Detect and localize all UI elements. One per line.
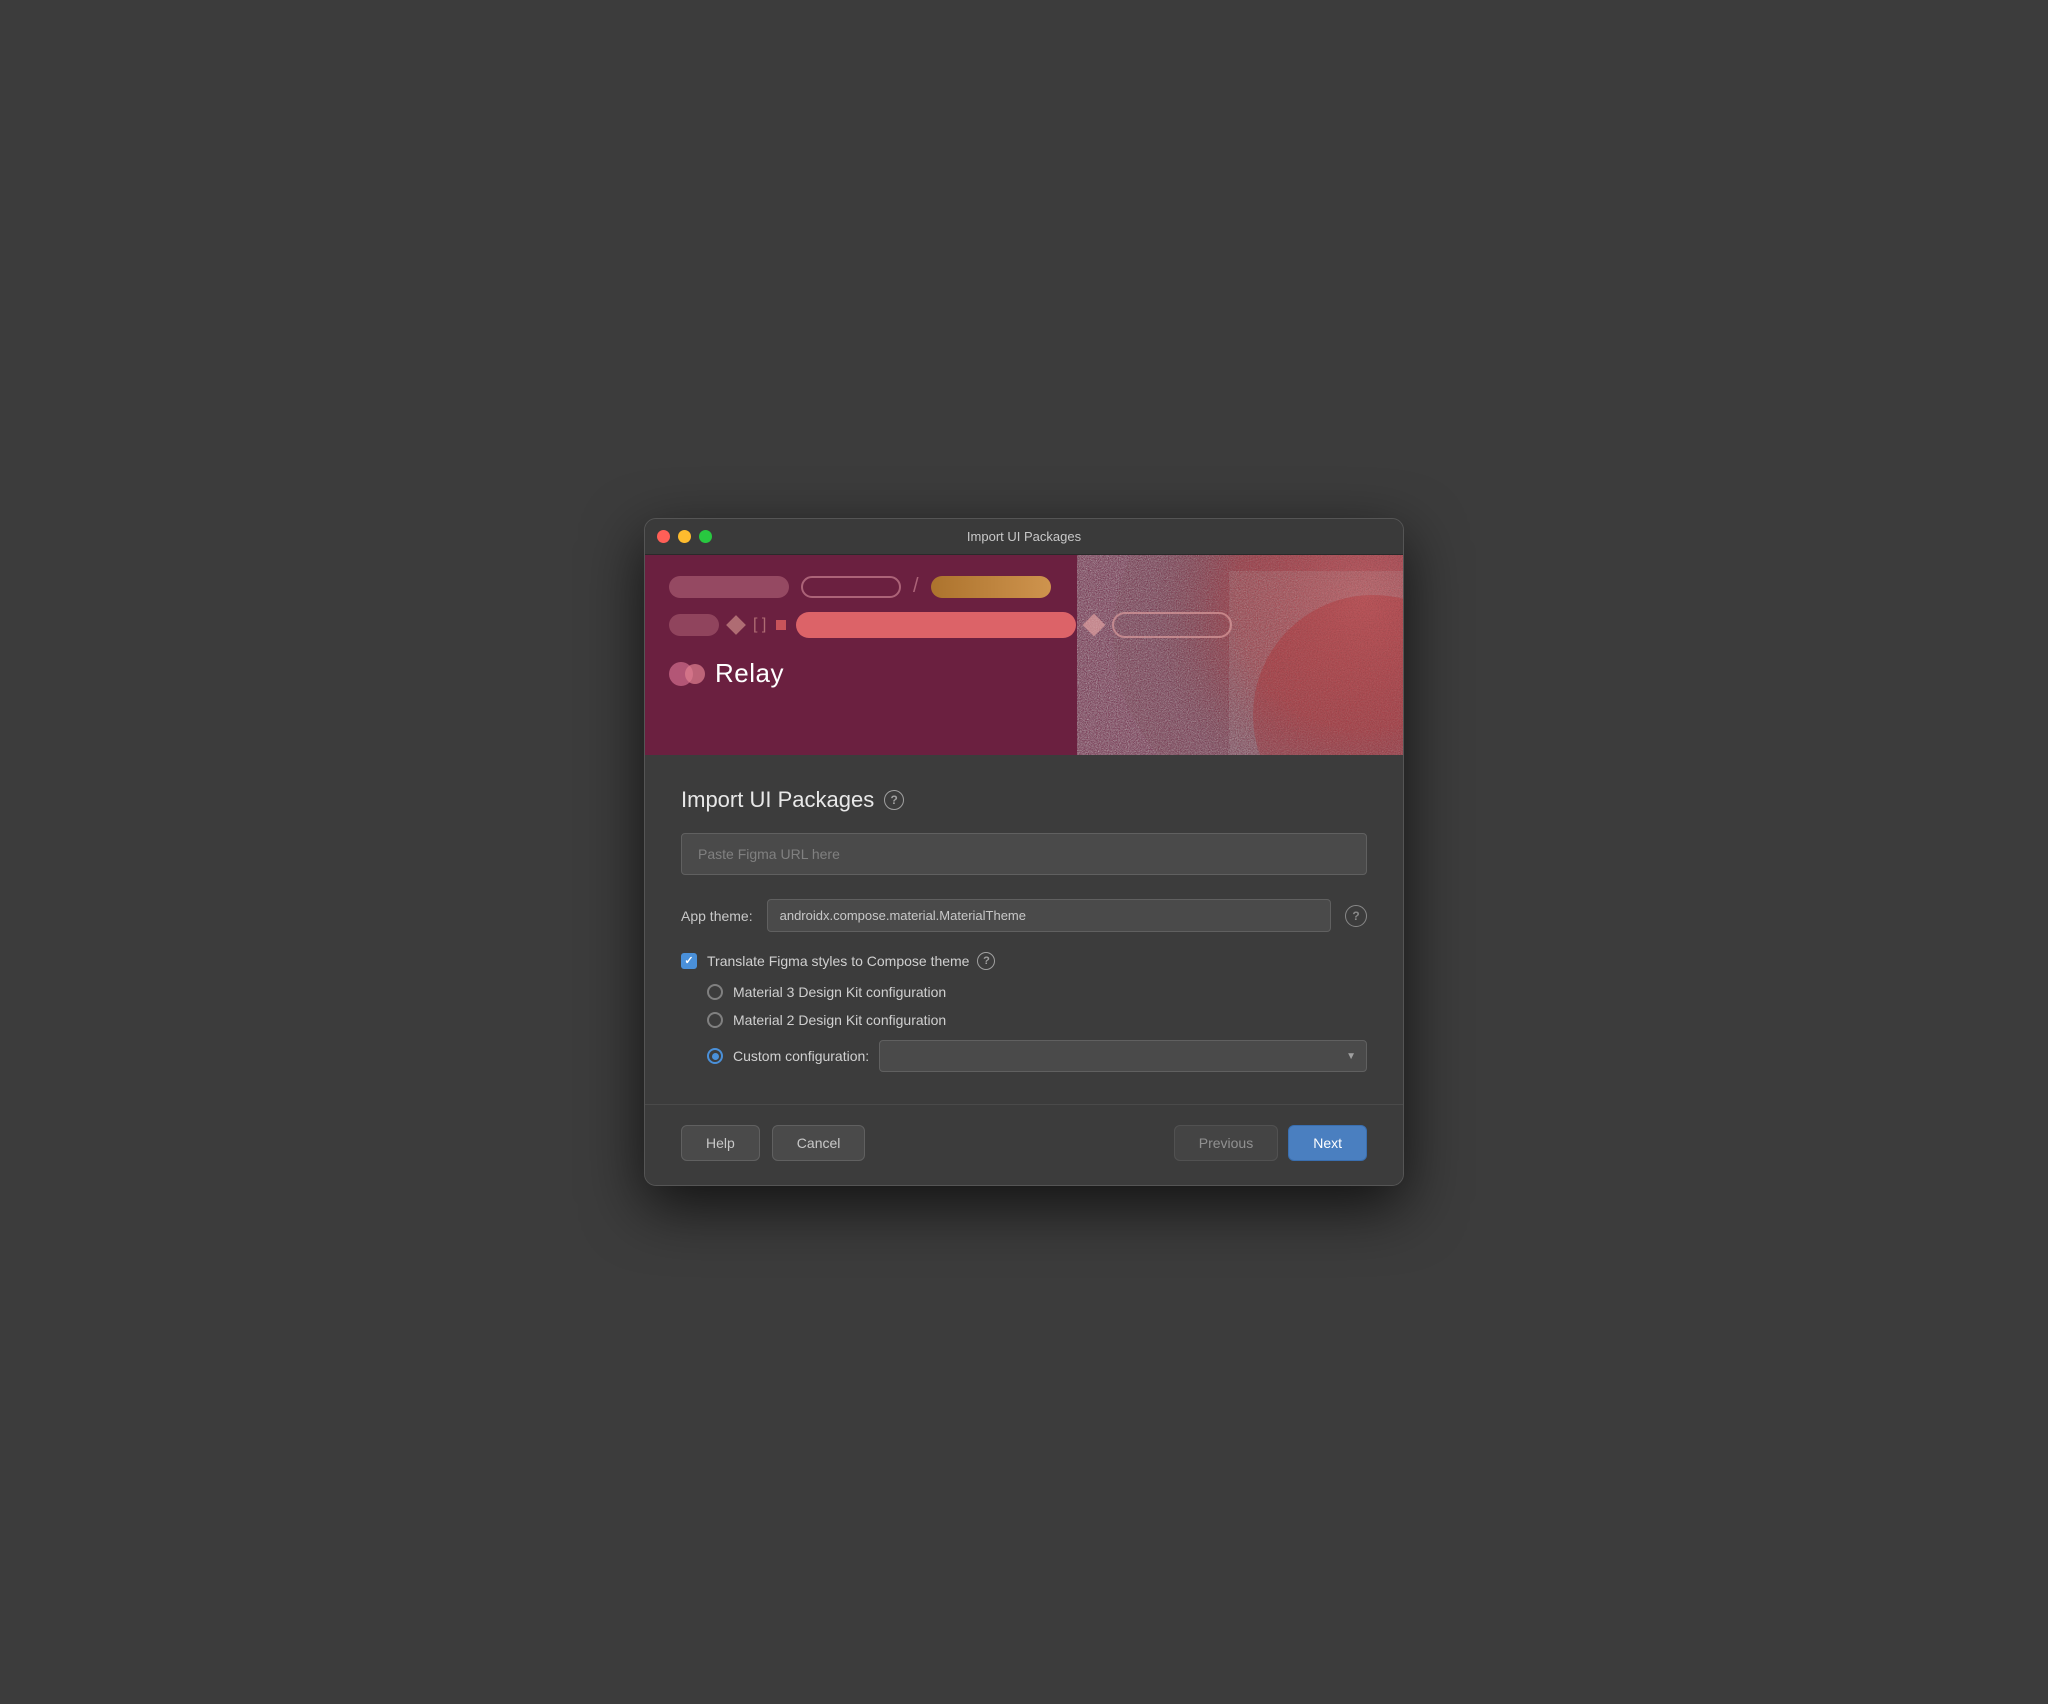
banner-row-1: / bbox=[669, 575, 1379, 598]
radio-custom: Custom configuration: ▼ bbox=[707, 1040, 1367, 1072]
translate-label: Translate Figma styles to Compose theme … bbox=[707, 952, 995, 970]
dropdown-arrow-icon: ▼ bbox=[1346, 1051, 1356, 1062]
radio-label-custom: Custom configuration: bbox=[733, 1048, 869, 1064]
banner-row-2: [ ] bbox=[669, 612, 1379, 638]
radio-options: Material 3 Design Kit configuration Mate… bbox=[707, 984, 1367, 1072]
minimize-button[interactable] bbox=[678, 530, 691, 543]
window: Import UI Packages bbox=[644, 518, 1404, 1186]
help-button[interactable]: Help bbox=[681, 1125, 760, 1161]
radio-label-material2: Material 2 Design Kit configuration bbox=[733, 1012, 946, 1028]
banner-diamond-2 bbox=[1083, 614, 1106, 637]
banner-pill-1 bbox=[669, 576, 789, 598]
title-bar: Import UI Packages bbox=[645, 519, 1403, 555]
cancel-button[interactable]: Cancel bbox=[772, 1125, 866, 1161]
close-button[interactable] bbox=[657, 530, 670, 543]
radio-btn-material3[interactable] bbox=[707, 984, 723, 1000]
page-title: Import UI Packages bbox=[681, 787, 874, 813]
radio-btn-custom[interactable] bbox=[707, 1048, 723, 1064]
app-theme-help-icon[interactable]: ? bbox=[1345, 905, 1367, 927]
options-section: ✓ Translate Figma styles to Compose them… bbox=[681, 952, 1367, 1072]
translate-help-icon[interactable]: ? bbox=[977, 952, 995, 970]
main-content: Import UI Packages ? App theme: ? ✓ Tr bbox=[645, 755, 1403, 1104]
banner-pill-gradient bbox=[931, 576, 1051, 598]
banner-brackets: [ ] bbox=[753, 616, 766, 634]
custom-config-dropdown[interactable]: ▼ bbox=[879, 1040, 1367, 1072]
banner-pill-pink bbox=[796, 612, 1076, 638]
app-theme-row: App theme: ? bbox=[681, 899, 1367, 932]
radio-label-material3: Material 3 Design Kit configuration bbox=[733, 984, 946, 1000]
banner-slash: / bbox=[913, 575, 919, 598]
relay-logo-icon bbox=[669, 660, 705, 688]
window-title: Import UI Packages bbox=[967, 529, 1081, 544]
banner-diamond-1 bbox=[726, 615, 746, 635]
maximize-button[interactable] bbox=[699, 530, 712, 543]
relay-logo: Relay bbox=[669, 658, 1379, 689]
relay-logo-text: Relay bbox=[715, 658, 784, 689]
check-mark: ✓ bbox=[684, 956, 693, 967]
page-help-icon[interactable]: ? bbox=[884, 790, 904, 810]
app-theme-input[interactable] bbox=[767, 899, 1331, 932]
banner-pill-sm bbox=[669, 614, 719, 636]
translate-checkbox[interactable]: ✓ bbox=[681, 953, 697, 969]
translate-checkbox-row: ✓ Translate Figma styles to Compose them… bbox=[681, 952, 1367, 970]
traffic-lights bbox=[657, 530, 712, 543]
footer-right: Previous Next bbox=[1174, 1125, 1367, 1161]
banner-decorations: / [ ] Relay bbox=[669, 575, 1379, 689]
previous-button[interactable]: Previous bbox=[1174, 1125, 1278, 1161]
banner-square bbox=[776, 620, 786, 630]
header-banner: / [ ] Relay bbox=[645, 555, 1403, 755]
page-title-row: Import UI Packages ? bbox=[681, 787, 1367, 813]
radio-btn-material2[interactable] bbox=[707, 1012, 723, 1028]
footer: Help Cancel Previous Next bbox=[645, 1104, 1403, 1185]
footer-left: Help Cancel bbox=[681, 1125, 865, 1161]
banner-pill-outline-1 bbox=[801, 576, 901, 598]
url-input[interactable] bbox=[681, 833, 1367, 875]
next-button[interactable]: Next bbox=[1288, 1125, 1367, 1161]
radio-material3[interactable]: Material 3 Design Kit configuration bbox=[707, 984, 1367, 1000]
app-theme-label: App theme: bbox=[681, 908, 753, 924]
radio-dot-custom bbox=[712, 1053, 719, 1060]
radio-material2[interactable]: Material 2 Design Kit configuration bbox=[707, 1012, 1367, 1028]
banner-pill-outline-2 bbox=[1112, 612, 1232, 638]
